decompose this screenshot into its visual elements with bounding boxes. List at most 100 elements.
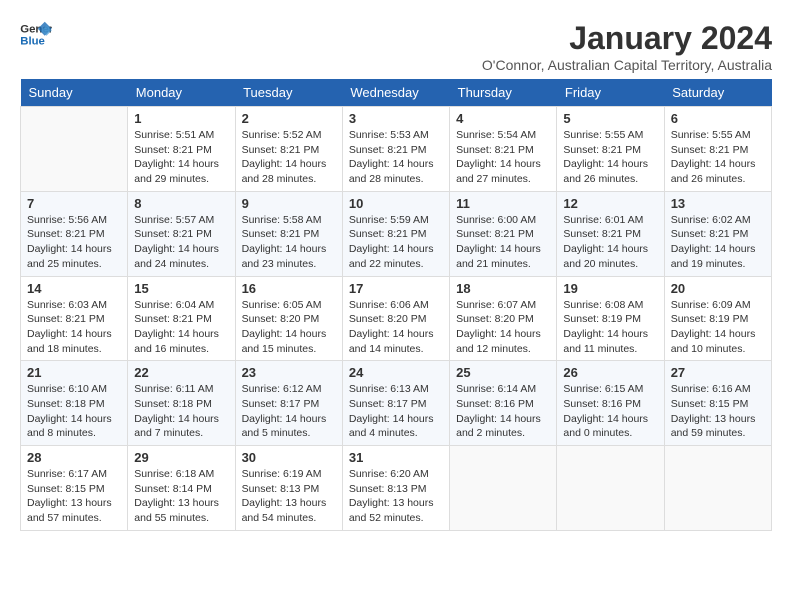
calendar-cell: 8 Sunrise: 5:57 AM Sunset: 8:21 PM Daylig… (128, 191, 235, 276)
day-info: Sunrise: 5:59 AM Sunset: 8:21 PM Dayligh… (349, 213, 443, 272)
day-number: 11 (456, 196, 550, 211)
day-info: Sunrise: 6:05 AM Sunset: 8:20 PM Dayligh… (242, 298, 336, 357)
calendar-cell: 11 Sunrise: 6:00 AM Sunset: 8:21 PM Dayli… (450, 191, 557, 276)
day-number: 20 (671, 281, 765, 296)
calendar-cell: 4 Sunrise: 5:54 AM Sunset: 8:21 PM Daylig… (450, 107, 557, 192)
day-number: 12 (563, 196, 657, 211)
svg-text:Blue: Blue (20, 36, 45, 48)
day-number: 29 (134, 450, 228, 465)
day-number: 5 (563, 111, 657, 126)
day-number: 9 (242, 196, 336, 211)
day-info: Sunrise: 5:52 AM Sunset: 8:21 PM Dayligh… (242, 128, 336, 187)
day-info: Sunrise: 6:11 AM Sunset: 8:18 PM Dayligh… (134, 382, 228, 441)
day-number: 23 (242, 365, 336, 380)
day-info: Sunrise: 5:55 AM Sunset: 8:21 PM Dayligh… (671, 128, 765, 187)
calendar-cell: 2 Sunrise: 5:52 AM Sunset: 8:21 PM Daylig… (235, 107, 342, 192)
day-number: 19 (563, 281, 657, 296)
day-info: Sunrise: 6:07 AM Sunset: 8:20 PM Dayligh… (456, 298, 550, 357)
day-number: 2 (242, 111, 336, 126)
calendar-cell: 22 Sunrise: 6:11 AM Sunset: 8:18 PM Dayli… (128, 361, 235, 446)
day-info: Sunrise: 6:19 AM Sunset: 8:13 PM Dayligh… (242, 467, 336, 526)
calendar-week-row: 7 Sunrise: 5:56 AM Sunset: 8:21 PM Daylig… (21, 191, 772, 276)
day-number: 15 (134, 281, 228, 296)
day-number: 30 (242, 450, 336, 465)
calendar-cell: 24 Sunrise: 6:13 AM Sunset: 8:17 PM Dayli… (342, 361, 449, 446)
day-number: 16 (242, 281, 336, 296)
day-info: Sunrise: 6:10 AM Sunset: 8:18 PM Dayligh… (27, 382, 121, 441)
calendar-cell: 7 Sunrise: 5:56 AM Sunset: 8:21 PM Daylig… (21, 191, 128, 276)
calendar-cell: 1 Sunrise: 5:51 AM Sunset: 8:21 PM Daylig… (128, 107, 235, 192)
calendar-cell: 25 Sunrise: 6:14 AM Sunset: 8:16 PM Dayli… (450, 361, 557, 446)
day-number: 14 (27, 281, 121, 296)
day-number: 13 (671, 196, 765, 211)
day-number: 1 (134, 111, 228, 126)
day-info: Sunrise: 5:55 AM Sunset: 8:21 PM Dayligh… (563, 128, 657, 187)
day-info: Sunrise: 5:54 AM Sunset: 8:21 PM Dayligh… (456, 128, 550, 187)
day-number: 25 (456, 365, 550, 380)
day-info: Sunrise: 6:13 AM Sunset: 8:17 PM Dayligh… (349, 382, 443, 441)
calendar-week-row: 1 Sunrise: 5:51 AM Sunset: 8:21 PM Daylig… (21, 107, 772, 192)
calendar-cell: 10 Sunrise: 5:59 AM Sunset: 8:21 PM Dayli… (342, 191, 449, 276)
day-number: 7 (27, 196, 121, 211)
day-number: 3 (349, 111, 443, 126)
calendar-cell: 6Sunrise: 5:55 AM Sunset: 8:21 PM Daylig… (664, 107, 771, 192)
day-number: 8 (134, 196, 228, 211)
day-number: 27 (671, 365, 765, 380)
calendar-cell: 20 Sunrise: 6:09 AM Sunset: 8:19 PM Dayli… (664, 276, 771, 361)
calendar-cell: 14 Sunrise: 6:03 AM Sunset: 8:21 PM Dayli… (21, 276, 128, 361)
day-number: 21 (27, 365, 121, 380)
day-info: Sunrise: 6:01 AM Sunset: 8:21 PM Dayligh… (563, 213, 657, 272)
day-info: Sunrise: 6:12 AM Sunset: 8:17 PM Dayligh… (242, 382, 336, 441)
location-subtitle: O'Connor, Australian Capital Territory, … (482, 57, 772, 73)
logo: General Blue (20, 20, 52, 48)
calendar-cell: 29 Sunrise: 6:18 AM Sunset: 8:14 PM Dayli… (128, 446, 235, 531)
weekday-header-friday: Friday (557, 79, 664, 107)
day-number: 10 (349, 196, 443, 211)
day-info: Sunrise: 5:58 AM Sunset: 8:21 PM Dayligh… (242, 213, 336, 272)
day-number: 18 (456, 281, 550, 296)
weekday-header-row: SundayMondayTuesdayWednesdayThursdayFrid… (21, 79, 772, 107)
page-header: General Blue January 2024 O'Connor, Aust… (20, 20, 772, 73)
calendar-cell: 9 Sunrise: 5:58 AM Sunset: 8:21 PM Daylig… (235, 191, 342, 276)
weekday-header-monday: Monday (128, 79, 235, 107)
calendar-cell (450, 446, 557, 531)
calendar-cell: 28Sunrise: 6:17 AM Sunset: 8:15 PM Dayli… (21, 446, 128, 531)
calendar-cell: 19Sunrise: 6:08 AM Sunset: 8:19 PM Dayli… (557, 276, 664, 361)
day-number: 4 (456, 111, 550, 126)
day-info: Sunrise: 5:51 AM Sunset: 8:21 PM Dayligh… (134, 128, 228, 187)
calendar-cell: 15 Sunrise: 6:04 AM Sunset: 8:21 PM Dayli… (128, 276, 235, 361)
day-info: Sunrise: 6:04 AM Sunset: 8:21 PM Dayligh… (134, 298, 228, 357)
day-info: Sunrise: 5:56 AM Sunset: 8:21 PM Dayligh… (27, 213, 121, 272)
day-number: 22 (134, 365, 228, 380)
weekday-header-thursday: Thursday (450, 79, 557, 107)
calendar-cell: 30 Sunrise: 6:19 AM Sunset: 8:13 PM Dayli… (235, 446, 342, 531)
day-info: Sunrise: 6:17 AM Sunset: 8:15 PM Dayligh… (27, 467, 121, 526)
calendar-cell: 27Sunrise: 6:16 AM Sunset: 8:15 PM Dayli… (664, 361, 771, 446)
day-number: 24 (349, 365, 443, 380)
calendar-week-row: 28Sunrise: 6:17 AM Sunset: 8:15 PM Dayli… (21, 446, 772, 531)
day-info: Sunrise: 6:02 AM Sunset: 8:21 PM Dayligh… (671, 213, 765, 272)
calendar-cell (557, 446, 664, 531)
calendar-cell: 18 Sunrise: 6:07 AM Sunset: 8:20 PM Dayli… (450, 276, 557, 361)
day-info: Sunrise: 6:09 AM Sunset: 8:19 PM Dayligh… (671, 298, 765, 357)
calendar-cell (21, 107, 128, 192)
weekday-header-sunday: Sunday (21, 79, 128, 107)
day-info: Sunrise: 5:57 AM Sunset: 8:21 PM Dayligh… (134, 213, 228, 272)
weekday-header-tuesday: Tuesday (235, 79, 342, 107)
day-info: Sunrise: 6:18 AM Sunset: 8:14 PM Dayligh… (134, 467, 228, 526)
calendar-cell: 5 Sunrise: 5:55 AM Sunset: 8:21 PM Daylig… (557, 107, 664, 192)
day-info: Sunrise: 6:00 AM Sunset: 8:21 PM Dayligh… (456, 213, 550, 272)
day-number: 26 (563, 365, 657, 380)
day-info: Sunrise: 6:03 AM Sunset: 8:21 PM Dayligh… (27, 298, 121, 357)
calendar-cell (664, 446, 771, 531)
calendar-cell: 31Sunrise: 6:20 AM Sunset: 8:13 PM Dayli… (342, 446, 449, 531)
calendar-cell: 16 Sunrise: 6:05 AM Sunset: 8:20 PM Dayli… (235, 276, 342, 361)
calendar-cell: 3 Sunrise: 5:53 AM Sunset: 8:21 PM Daylig… (342, 107, 449, 192)
day-info: Sunrise: 6:15 AM Sunset: 8:16 PM Dayligh… (563, 382, 657, 441)
day-number: 17 (349, 281, 443, 296)
calendar-week-row: 21 Sunrise: 6:10 AM Sunset: 8:18 PM Dayli… (21, 361, 772, 446)
calendar-cell: 21 Sunrise: 6:10 AM Sunset: 8:18 PM Dayli… (21, 361, 128, 446)
day-info: Sunrise: 6:14 AM Sunset: 8:16 PM Dayligh… (456, 382, 550, 441)
title-block: January 2024 O'Connor, Australian Capita… (482, 20, 772, 73)
day-info: Sunrise: 5:53 AM Sunset: 8:21 PM Dayligh… (349, 128, 443, 187)
